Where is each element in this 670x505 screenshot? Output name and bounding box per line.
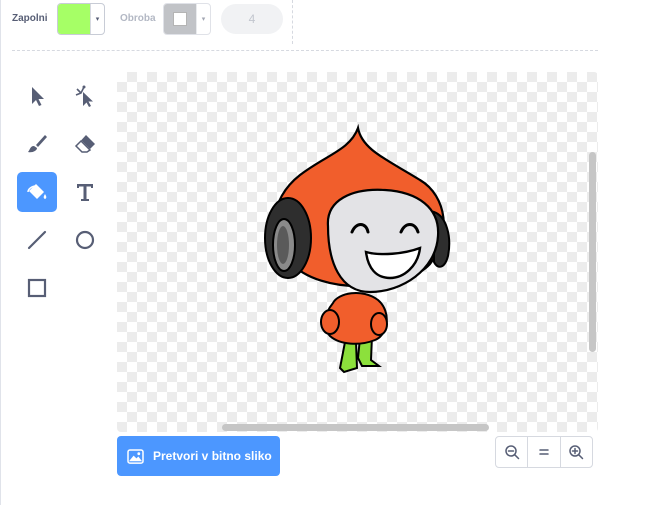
outline-width-input[interactable]: 4 <box>221 4 283 34</box>
tool-reshape[interactable] <box>65 76 105 116</box>
chevron-down-icon: ▾ <box>90 4 104 34</box>
horizontal-scrollbar[interactable] <box>222 424 489 431</box>
sprite-costume[interactable] <box>117 72 598 432</box>
fill-label: Zapolni <box>12 13 48 24</box>
zoom-reset-button[interactable] <box>528 437 561 467</box>
tool-fill[interactable] <box>17 172 57 212</box>
brush-icon <box>28 135 47 153</box>
tool-text[interactable] <box>65 172 105 212</box>
line-icon <box>27 230 47 250</box>
fill-color-button[interactable]: ▾ <box>57 3 105 35</box>
zoom-reset-icon <box>539 449 549 455</box>
outline-color-swatch <box>164 4 196 34</box>
tool-line[interactable] <box>17 220 57 260</box>
text-icon <box>77 184 93 201</box>
chevron-down-icon: ▾ <box>196 4 210 34</box>
tool-eraser[interactable] <box>65 124 105 164</box>
tool-rectangle[interactable] <box>17 268 57 308</box>
select-arrow-icon <box>32 87 44 106</box>
convert-to-bitmap-button[interactable]: Pretvori v bitno sliko <box>117 436 280 476</box>
zoom-in-button[interactable] <box>561 437 592 467</box>
paint-canvas[interactable] <box>117 72 598 432</box>
fill-bucket-icon <box>27 184 47 199</box>
zoom-out-icon <box>504 445 519 460</box>
rectangle-icon <box>27 278 47 298</box>
image-icon <box>127 448 144 464</box>
tool-select[interactable] <box>17 76 57 116</box>
convert-to-bitmap-label: Pretvori v bitno sliko <box>153 449 272 463</box>
circle-icon <box>75 230 95 250</box>
outline-label: Obroba <box>120 13 156 24</box>
tool-circle[interactable] <box>65 220 105 260</box>
outline-color-button[interactable]: ▾ <box>163 3 211 35</box>
zoom-in-icon <box>569 445 584 460</box>
tool-brush[interactable] <box>17 124 57 164</box>
fill-color-swatch <box>58 4 90 34</box>
eraser-icon <box>74 135 95 153</box>
reshape-icon <box>75 85 93 107</box>
panel-left-border <box>0 0 1 505</box>
zoom-controls <box>495 436 593 468</box>
toolbar-divider <box>292 0 293 44</box>
toolbar-separator <box>12 50 598 51</box>
zoom-out-button[interactable] <box>496 437 529 467</box>
vertical-scrollbar[interactable] <box>589 152 596 352</box>
